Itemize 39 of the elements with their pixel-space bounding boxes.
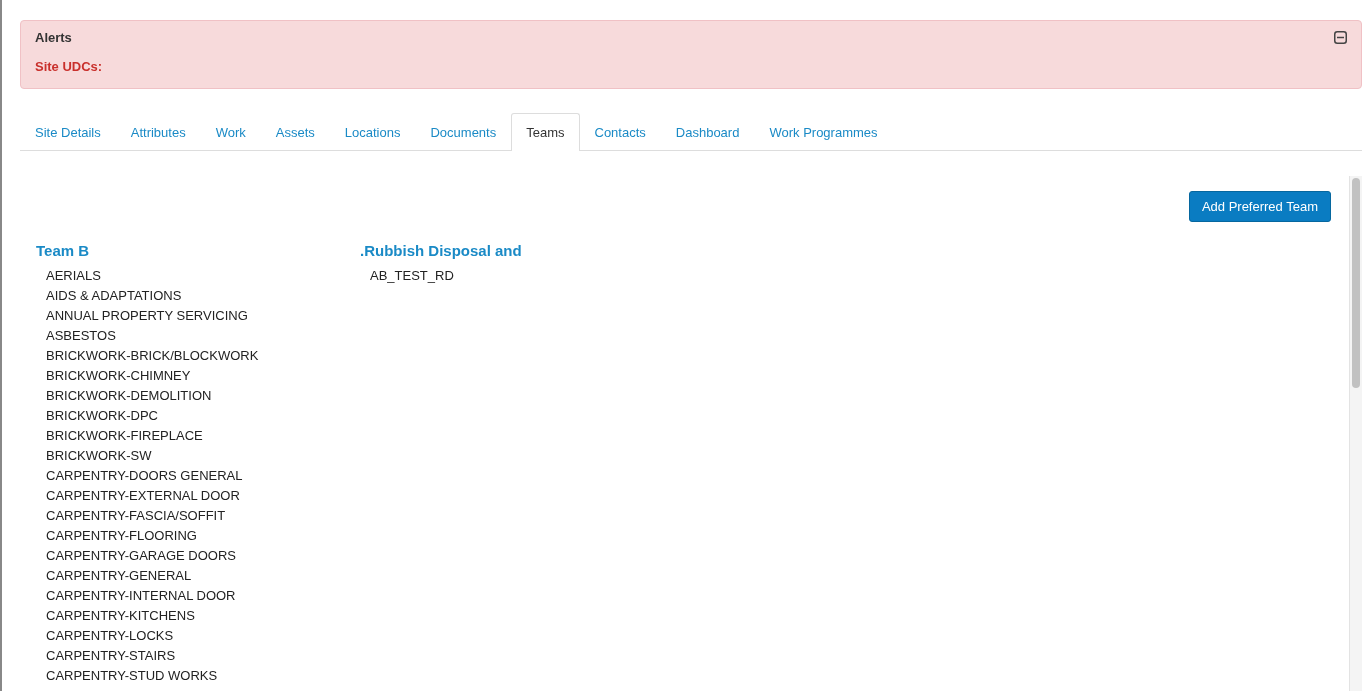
trade-item: AERIALS: [45, 267, 102, 285]
scrollbar[interactable]: [1349, 176, 1362, 691]
tab[interactable]: Site Details: [20, 113, 116, 151]
tab[interactable]: Teams: [511, 113, 580, 151]
tab[interactable]: Dashboard: [660, 113, 755, 151]
trade-item: BRICKWORK-DPC: [45, 407, 159, 425]
trade-item: AIDS & ADAPTATIONS: [45, 287, 183, 305]
tab[interactable]: Assets: [260, 113, 330, 151]
trade-item: CARPENTRY-FLOORING: [45, 527, 198, 545]
tab[interactable]: Documents: [415, 113, 512, 151]
trade-item: CARPENTRY-STUD WORKS: [45, 667, 219, 685]
trade-item: CARPENTRY-FASCIA/SOFFIT: [45, 507, 227, 525]
trade-item: BRICKWORK-DEMOLITION: [45, 387, 213, 405]
tab[interactable]: Work Programmes: [754, 113, 893, 151]
trade-item: BRICKWORK-CHIMNEY: [45, 367, 192, 385]
trade-item: CARPENTRY-EXTERNAL DOOR: [45, 487, 241, 505]
trade-item: CARPENTRY-LOCKS: [45, 627, 175, 645]
tab[interactable]: Work: [200, 113, 261, 151]
trade-item: CARPENTRY-GARAGE DOORS: [45, 547, 237, 565]
trade-item: CARPENTRY-KITCHENS: [45, 607, 196, 625]
trade-item: CARPENTRY-STAIRS: [45, 647, 177, 665]
trade-item: ASBESTOS: [45, 327, 117, 345]
trade-item: CARPENTRY-GENERAL: [45, 567, 193, 585]
trade-item: AB_TEST_RD: [369, 267, 455, 285]
team-name: Team B: [36, 242, 91, 259]
tab[interactable]: Contacts: [579, 113, 661, 151]
trade-item: CARPENTRY-INTERNAL DOOR: [45, 587, 237, 605]
tab[interactable]: Attributes: [115, 113, 201, 151]
alert-title: Alerts: [35, 30, 72, 45]
trade-item: ANNUAL PROPERTY SERVICING: [45, 307, 249, 325]
trade-item: BRICKWORK-FIREPLACE: [45, 427, 204, 445]
trade-item: BRICKWORK-SW: [45, 447, 153, 465]
alert-message: Site UDCs:: [35, 59, 104, 74]
add-preferred-team-button[interactable]: Add Preferred Team: [1188, 191, 1331, 222]
tab[interactable]: Locations: [329, 113, 416, 151]
trade-item: BRICKWORK-BRICK/BLOCKWORK: [45, 347, 260, 365]
trade-item: CARPENTRY-DOORS GENERAL: [45, 467, 244, 485]
collapse-icon[interactable]: [1334, 31, 1347, 44]
team-name: .Rubbish Disposal and: [360, 242, 523, 259]
